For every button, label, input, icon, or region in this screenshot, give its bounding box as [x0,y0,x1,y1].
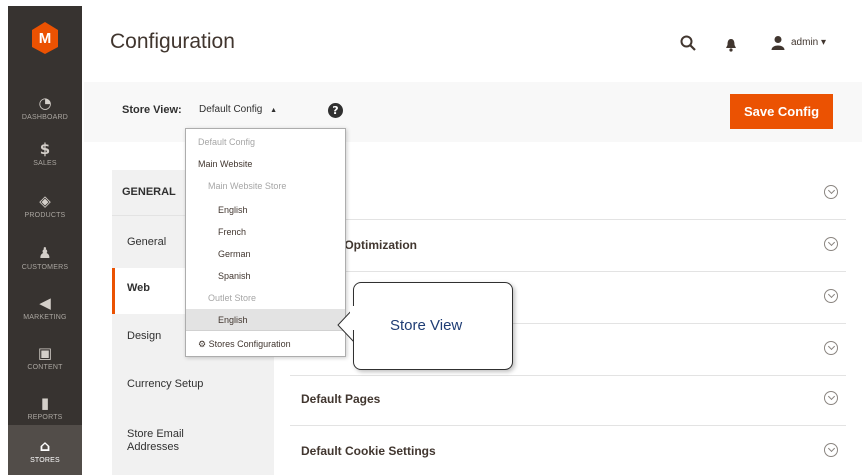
section-row[interactable]: tions [290,168,846,220]
chevron-down-icon[interactable] [824,341,838,355]
dropdown-item-outlet-english[interactable]: English [186,309,345,331]
sidebar-item-label: STORES [30,456,60,464]
tab-label: General [127,236,167,248]
sidebar-item-label: REPORTS [27,413,63,421]
sidebar-item-dashboard[interactable]: ◔ DASHBOARD [8,82,82,132]
sidebar-item-marketing[interactable]: ◀ MARKETING [8,282,82,332]
stores-configuration-label: Stores Configuration [208,339,291,349]
section-row[interactable]: Default Cookie Settings [290,426,846,475]
sidebar-item-label: MARKETING [23,313,67,321]
tab-store-email-addresses[interactable]: Store Email Addresses [112,414,274,474]
chevron-up-icon: ▲ [270,107,278,114]
help-icon[interactable]: ? [328,103,343,118]
dropdown-item-outlet-store: Outlet Store [208,293,257,303]
dropdown-item-french[interactable]: French [186,221,345,243]
dollar-icon: $ [39,139,51,158]
sidebar-item-products[interactable]: ◈ PRODUCTS [8,180,82,230]
user-icon [771,35,785,50]
dropdown-item-main-website[interactable]: Main Website [186,153,345,175]
gear-icon: ⚙ [198,339,207,349]
dropdown-item-german[interactable]: German [186,243,345,265]
stores-configuration-link[interactable]: ⚙ Stores Configuration [186,333,345,355]
dashboard-icon: ◔ [38,93,52,112]
bell-icon[interactable] [725,34,737,56]
callout-pointer-mask [350,306,358,330]
sidebar-item-content[interactable]: ▣ CONTENT [8,332,82,382]
store-view-label: Store View: [122,104,182,116]
callout-text: Store View [390,317,463,334]
save-config-button[interactable]: Save Config [730,94,833,129]
dropdown-divider [186,330,345,331]
content-icon: ▣ [37,343,53,362]
magento-logo-icon: M [32,22,58,54]
search-icon[interactable] [680,32,696,54]
sidebar-item-label: DASHBOARD [21,113,69,121]
person-icon: ♟ [38,243,52,262]
tab-label: Design [127,330,162,342]
admin-sidebar: M ◔ DASHBOARD $ SALES ◈ PRODUCTS ♟ CUSTO… [8,6,82,475]
tab-currency-setup[interactable]: Currency Setup [112,364,274,410]
magento-logo[interactable]: M [8,6,82,70]
section-row[interactable]: Engine Optimization [290,220,846,272]
chevron-down-icon[interactable] [824,289,838,303]
user-name: admin ▾ [791,36,827,48]
dropdown-item-english[interactable]: English [186,199,345,221]
sidebar-item-label: CONTENT [27,363,63,371]
sidebar-item-label: CUSTOMERS [21,263,69,271]
tab-label: Web [127,282,151,294]
store-view-selected: Default Config [199,104,263,115]
megaphone-icon: ◀ [39,293,51,312]
sidebar-item-stores[interactable]: ⌂ STORES [8,425,82,475]
chevron-down-icon[interactable] [824,443,838,457]
sidebar-item-label: PRODUCTS [24,211,66,219]
section-title: Default Cookie Settings [301,444,436,458]
chevron-down-icon[interactable] [824,391,838,405]
dropdown-item-spanish[interactable]: Spanish [186,265,345,287]
store-icon: ⌂ [39,436,51,455]
tab-label: Store Email Addresses [127,428,184,453]
section-title: Default Pages [301,392,381,406]
tab-group-title: GENERAL [122,186,176,198]
user-menu[interactable]: admin ▾ [771,31,826,53]
chevron-down-icon[interactable] [824,237,838,251]
page-title: Configuration [110,30,235,53]
sidebar-item-sales[interactable]: $ SALES [8,128,82,178]
chevron-down-icon[interactable] [824,185,838,199]
sidebar-item-customers[interactable]: ♟ CUSTOMERS [8,232,82,282]
store-view-switcher[interactable]: Default Config ▲ [199,104,277,115]
section-row[interactable]: Default Pages [290,374,846,426]
dropdown-item-main-website-store: Main Website Store [208,181,287,191]
sidebar-item-label: SALES [33,159,57,167]
dropdown-item-default-config: Default Config [198,137,256,147]
bar-chart-icon: ▮ [40,393,50,412]
tab-label: Currency Setup [127,378,204,390]
store-view-dropdown: Default Config Main Website Main Website… [185,128,346,357]
box-icon: ◈ [39,191,51,210]
